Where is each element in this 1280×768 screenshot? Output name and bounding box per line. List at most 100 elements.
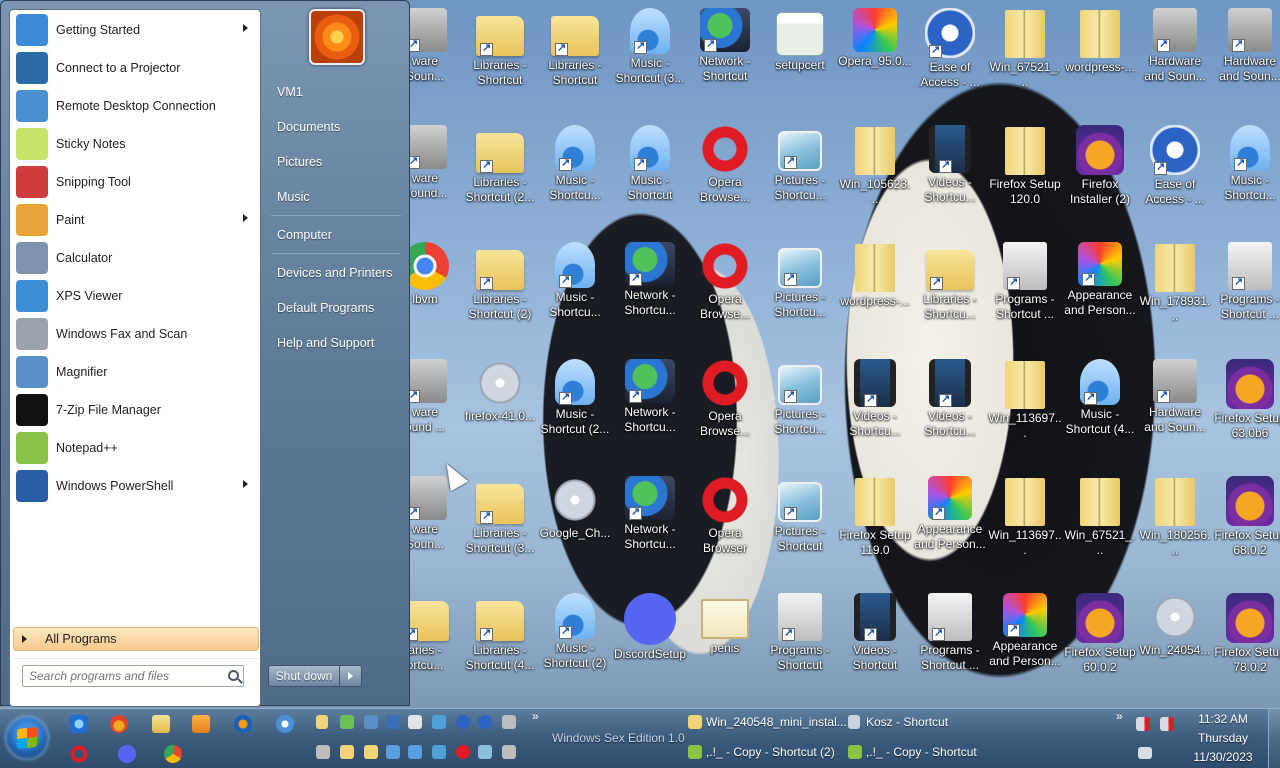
start-program-item[interactable]: XPS Viewer (12, 278, 258, 314)
desktop-icon[interactable]: Music - Shortcut (2... (538, 351, 612, 465)
desktop-icon[interactable]: Firefox Setup 120.0 (988, 117, 1062, 231)
desktop-icon[interactable]: Network - Shortcu... (613, 468, 687, 582)
desktop-icon[interactable]: penis (688, 585, 762, 699)
internet-explorer-icon[interactable] (70, 715, 88, 733)
desktop-icon[interactable]: Pictures - Shortcu... (763, 234, 837, 348)
ease-access2-quicklaunch-icon[interactable] (478, 715, 492, 729)
desktop-icon[interactable]: setupcert (763, 0, 837, 114)
start-right-item[interactable]: VM1 (267, 78, 405, 106)
desktop-icon[interactable]: Videos - Shortcut (838, 585, 912, 699)
desktop-icon[interactable]: wordpress-... (838, 234, 912, 348)
desktop-icon[interactable]: wordpress-... (1063, 0, 1137, 114)
desktop-icon[interactable]: Network - Shortcut (688, 0, 762, 114)
folder2-quicklaunch-icon[interactable] (364, 745, 378, 759)
desktop-icon[interactable]: Network - Shortcu... (613, 351, 687, 465)
pictures-quicklaunch-icon[interactable] (408, 715, 422, 729)
desktop-icon[interactable]: Win_113697... (988, 468, 1062, 582)
desktop-icon[interactable]: Appearance and Person... (1063, 234, 1137, 348)
desktop-icon[interactable]: Win_67521_... (988, 0, 1062, 114)
show-desktop-button[interactable] (1268, 709, 1280, 768)
desktop-icon[interactable]: Libraries - Shortcut (463, 0, 537, 114)
desktop-icon[interactable]: Music - Shortcu... (538, 234, 612, 348)
start-program-item[interactable]: Remote Desktop Connection (12, 88, 258, 124)
desktop-icon[interactable]: Win_67521_... (1063, 468, 1137, 582)
desktop-icon[interactable]: Firefox Setup 68.0.2 (1213, 468, 1280, 582)
pictures2-quicklaunch-icon[interactable] (478, 745, 492, 759)
desktop-icon[interactable]: Programs - Shortcut ... (988, 234, 1062, 348)
desktop-icon[interactable]: Libraries - Shortcut (2... (463, 117, 537, 231)
desktop-icon[interactable]: Google_Ch... (538, 468, 612, 582)
desktop-icon[interactable]: Firefox Setup 119.0 (838, 468, 912, 582)
taskbar-window-button-1[interactable]: Win_240548_mini_instal... (706, 715, 847, 729)
ease-access-quicklaunch-icon[interactable] (456, 715, 470, 729)
desktop-icon[interactable]: Firefox Setup 63.0b6 (1213, 351, 1280, 465)
network-quicklaunch-icon[interactable] (364, 715, 378, 729)
desktop-icon[interactable]: Hardware and Soun... (1138, 0, 1212, 114)
desktop-icon[interactable]: Opera Browse... (688, 117, 762, 231)
chrome-icon[interactable] (164, 745, 182, 763)
desktop-icon[interactable]: Libraries - Shortcut (2) (463, 234, 537, 348)
desktop-icon[interactable]: Libraries - Shortcut (538, 0, 612, 114)
network3-quicklaunch-icon[interactable] (432, 745, 446, 759)
desktop-icon[interactable]: Appearance and Person... (988, 585, 1062, 699)
discord-icon[interactable] (118, 745, 136, 763)
start-right-item[interactable]: Computer (267, 221, 405, 249)
music2-quicklaunch-icon[interactable] (408, 745, 422, 759)
desktop-icon[interactable]: Libraries - Shortcut (4... (463, 585, 537, 699)
taskbar-window-button-4[interactable]: ,.!_ - Copy - Shortcut (866, 745, 977, 759)
desktop-icon[interactable]: Videos - Shortcu... (913, 117, 987, 231)
start-program-item[interactable]: Paint (12, 202, 258, 238)
desktop-icon[interactable]: Libraries - Shortcut (3... (463, 468, 537, 582)
start-program-item[interactable]: Notepad++ (12, 430, 258, 466)
desktop-icon[interactable]: Firefox Setup 60.0.2 (1063, 585, 1137, 699)
shutdown-button[interactable]: Shut down (268, 665, 340, 687)
network-disconnected-icon[interactable] (1160, 717, 1174, 731)
start-program-item[interactable]: Snipping Tool (12, 164, 258, 200)
start-right-item[interactable]: Default Programs (267, 294, 405, 322)
desktop-icon[interactable]: Programs - Shortcut ... (1213, 234, 1280, 348)
desktop-icon[interactable]: Videos - Shortcu... (838, 351, 912, 465)
desktop-icon[interactable]: Music - Shortcut (3... (613, 0, 687, 114)
desktop-icon[interactable]: Win_24054... (1138, 585, 1212, 699)
start-program-item[interactable]: Getting Started (12, 12, 258, 48)
desktop-icon[interactable]: Win_113697... (988, 351, 1062, 465)
desktop-icon[interactable]: Music - Shortcut (4... (1063, 351, 1137, 465)
start-program-item[interactable]: Magnifier (12, 354, 258, 390)
explorer-folder-icon[interactable] (152, 715, 170, 733)
hardware-quicklaunch-icon[interactable] (502, 715, 516, 729)
programs-quicklaunch-icon[interactable] (502, 745, 516, 759)
start-program-item[interactable]: Sticky Notes (12, 126, 258, 162)
desktop-icon[interactable]: DiscordSetup (613, 585, 687, 699)
start-right-item[interactable]: Help and Support (267, 329, 405, 357)
desktop-icon[interactable]: Appearance and Person... (913, 468, 987, 582)
desktop-icon[interactable]: firefox-41.0... (463, 351, 537, 465)
app-quicklaunch-icon[interactable] (276, 715, 294, 733)
shutdown-options-arrow-icon[interactable] (340, 665, 362, 687)
network2-quicklaunch-icon[interactable] (432, 715, 446, 729)
desktop-icon[interactable]: Firefox Installer (2) (1063, 117, 1137, 231)
printer-quicklaunch-icon[interactable] (316, 745, 330, 759)
desktop-icon[interactable]: Hardware and Soun... (1213, 0, 1280, 114)
opera-quicklaunch-icon[interactable] (456, 745, 470, 759)
desktop-icon[interactable]: Ease of Access - ... (913, 0, 987, 114)
start-program-item[interactable]: Connect to a Projector (12, 50, 258, 86)
zip-quicklaunch-icon[interactable] (316, 715, 328, 729)
desktop-icon[interactable]: Music - Shortcut (613, 117, 687, 231)
music-quicklaunch-icon[interactable] (386, 745, 400, 759)
desktop-icon[interactable]: Opera Browse... (688, 234, 762, 348)
media-player-icon[interactable] (192, 715, 210, 733)
start-right-item[interactable]: Documents (267, 113, 405, 141)
all-programs-button[interactable]: All Programs (13, 627, 259, 651)
desktop-icon[interactable]: Music - Shortcu... (1213, 117, 1280, 231)
start-program-item[interactable]: Calculator (12, 240, 258, 276)
desktop-icon[interactable]: Win_178931... (1138, 234, 1212, 348)
taskbar-window-button-2[interactable]: Kosz - Shortcut (866, 715, 948, 729)
desktop-icon[interactable]: Hardware and Soun... (1138, 351, 1212, 465)
desktop-icon[interactable]: Win_180256... (1138, 468, 1212, 582)
desktop-icon[interactable]: Opera Browse... (688, 351, 762, 465)
app-quicklaunch-icon-2[interactable] (340, 715, 354, 729)
desktop-icon[interactable]: Ease of Access - ... (1138, 117, 1212, 231)
desktop-icon[interactable]: Firefox Setup 78.0.2 (1213, 585, 1280, 699)
start-program-item[interactable]: Windows Fax and Scan (12, 316, 258, 352)
taskbar-window-button-3[interactable]: ,.!_ - Copy - Shortcut (2) (706, 745, 835, 759)
